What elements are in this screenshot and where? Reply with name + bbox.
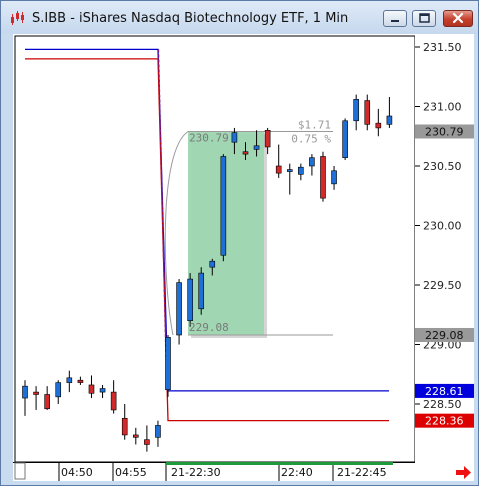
candle-body[interactable] — [66, 377, 73, 383]
candle-body[interactable] — [264, 130, 271, 148]
candle-body[interactable] — [22, 385, 28, 399]
candle-body[interactable] — [220, 156, 227, 256]
candle-body[interactable] — [187, 278, 193, 322]
close-icon — [452, 12, 464, 24]
x-tick-label: 04:50 — [61, 466, 93, 479]
candle-body[interactable] — [364, 100, 371, 125]
x-tick-label: 04:55 — [115, 466, 147, 479]
x-tick-label: 22:40 — [281, 466, 313, 479]
candle-body[interactable] — [386, 115, 393, 125]
candle-body[interactable] — [99, 388, 106, 393]
y-tick-label: 230.00 — [423, 220, 462, 233]
measure-change-label: $1.71 — [298, 118, 331, 131]
y-tick-label: 230.50 — [423, 160, 462, 173]
candle-body[interactable] — [88, 384, 95, 394]
candle-body[interactable] — [55, 382, 62, 398]
x-tick-label: 21-22:45 — [337, 466, 387, 479]
candle-body[interactable] — [165, 337, 171, 391]
candle-body[interactable] — [298, 166, 304, 175]
scroll-handle[interactable] — [14, 462, 26, 480]
maximize-icon — [419, 13, 430, 23]
price-label: 228.61 — [425, 385, 464, 398]
minimize-icon — [391, 20, 399, 22]
candle-body[interactable] — [155, 425, 161, 438]
price-label: 229.08 — [425, 329, 464, 342]
candle-body[interactable] — [133, 434, 139, 438]
chart-window: S.IBB - iShares Nasdaq Biotechnology ETF… — [0, 0, 479, 486]
y-tick-label: 228.50 — [423, 398, 462, 411]
candle-body[interactable] — [275, 165, 282, 174]
measure-low-label: 229.08 — [189, 321, 229, 334]
candle-body[interactable] — [110, 391, 117, 411]
candle-body[interactable] — [320, 156, 326, 199]
candle-body[interactable] — [353, 99, 359, 122]
measure-percent-label: 0.75 % — [291, 132, 331, 145]
candle-body[interactable] — [309, 157, 315, 167]
y-tick-label: 231.00 — [423, 101, 462, 114]
chart-candles-icon — [11, 11, 24, 25]
price-chart[interactable]: 230.79 229.08 $1.710.75 % 231.50 231.00 230.5… — [13, 34, 474, 481]
candle-body[interactable] — [77, 379, 84, 383]
candle-body[interactable] — [242, 151, 249, 155]
candle-body[interactable] — [144, 439, 150, 445]
x-tick-label: 21-22:30 — [171, 466, 221, 479]
candle-body[interactable] — [121, 417, 128, 436]
candle-body[interactable] — [286, 169, 293, 172]
candle-body[interactable] — [176, 282, 182, 336]
measure-high-label: 230.79 — [189, 131, 229, 144]
window-title: S.IBB - iShares Nasdaq Biotechnology ETF… — [32, 11, 349, 26]
candle-body[interactable] — [253, 145, 260, 150]
candle-body[interactable] — [231, 132, 238, 143]
price-label: 228.36 — [425, 415, 464, 428]
title-bar[interactable]: S.IBB - iShares Nasdaq Biotechnology ETF… — [1, 1, 478, 34]
price-label: 230.79 — [425, 125, 464, 138]
maximize-button[interactable] — [412, 10, 436, 27]
candle-body[interactable] — [342, 120, 348, 158]
candle-body[interactable] — [209, 260, 216, 268]
candle-body[interactable] — [331, 170, 337, 185]
session-bar — [166, 462, 393, 465]
close-button[interactable] — [443, 10, 473, 27]
chart-area[interactable]: 230.79 229.08 $1.71 0.75 % 231.50 231.00 230.5… — [13, 34, 474, 481]
candle-body[interactable] — [375, 122, 382, 129]
y-tick-label: 231.50 — [423, 41, 462, 54]
candle-body[interactable] — [33, 391, 39, 395]
y-tick-label: 229.50 — [423, 279, 462, 292]
candle-body[interactable] — [198, 272, 205, 310]
minimize-button[interactable] — [383, 10, 407, 27]
candle-body[interactable] — [44, 394, 50, 410]
